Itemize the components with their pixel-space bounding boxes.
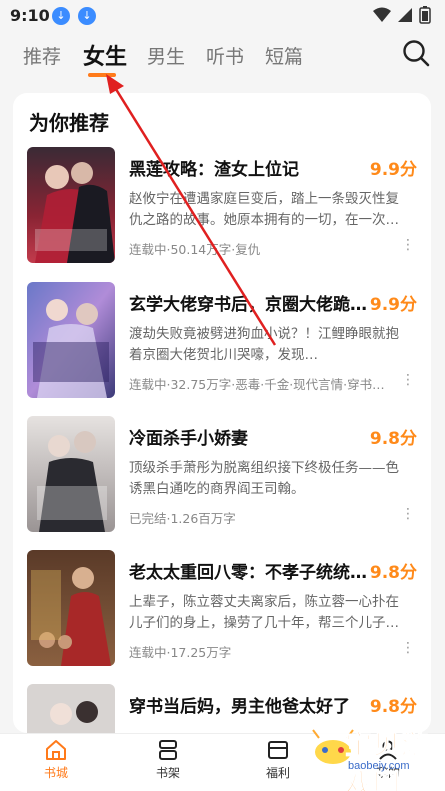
battery-icon — [419, 6, 431, 24]
book-score: 9.8分 — [369, 697, 417, 717]
book-cover — [27, 416, 115, 532]
status-bar: 9:10 ↓ ↓ — [0, 0, 445, 32]
book-cover — [27, 550, 115, 666]
nav-label: 福利 — [265, 766, 290, 780]
tab-female[interactable]: 女生 — [83, 39, 127, 71]
tab-male[interactable]: 男生 — [147, 42, 185, 69]
tab-audiobook[interactable]: 听书 — [206, 42, 244, 69]
more-options-icon[interactable]: ⋮ — [401, 640, 415, 656]
more-options-icon[interactable]: ⋮ — [401, 372, 415, 388]
book-cover — [27, 147, 115, 263]
download-icon: ↓ — [78, 7, 96, 25]
book-score: 9.9分 — [369, 295, 417, 315]
book-description: 顶级杀手萧彤为脱离组织接下终极任务——色诱黑白通吃的商界阎王司翰。 — [129, 460, 399, 497]
nav-rewards[interactable]: 福利 — [248, 738, 308, 781]
book-title: 冷面杀手小娇妻 — [129, 429, 248, 449]
book-cover — [27, 282, 115, 398]
gift-icon — [268, 741, 288, 759]
book-title: 黑莲攻略：渣女上位记 — [129, 160, 299, 180]
top-tab-bar: 推荐 女生 男生 听书 短篇 — [0, 34, 445, 84]
tab-recommend[interactable]: 推荐 — [23, 42, 61, 69]
home-icon — [46, 740, 66, 760]
book-score: 9.9分 — [369, 160, 417, 180]
book-meta: 连载中·50.14万字·复仇 — [129, 242, 261, 257]
bookshelf-icon — [159, 740, 177, 760]
tab-short-stories[interactable]: 短篇 — [265, 42, 303, 69]
book-score: 9.8分 — [369, 563, 417, 583]
book-title: 老太太重回八零：不孝子统统… — [129, 563, 367, 583]
nav-bookshelf[interactable]: 书架 — [138, 738, 198, 781]
more-options-icon[interactable]: ⋮ — [401, 237, 415, 253]
book-description: 赵攸宁在遭遇家庭巨变后，踏上一条毁灭性复仇之路的故事。她原本拥有的一切，在一次… — [129, 191, 399, 228]
book-cover — [27, 684, 115, 733]
nav-bookstore[interactable]: 书城 — [26, 738, 86, 781]
wifi-icon — [373, 7, 391, 22]
recommend-card: 为你推荐 黑莲攻略：渣女上位记 9.9分 赵攸宁在遭遇家庭巨变后，踏上一条毁灭性… — [13, 93, 431, 733]
book-item[interactable]: 老太太重回八零：不孝子统统… 9.8分 上辈子，陈立蓉丈夫离家后，陈立蓉一心扑在… — [27, 550, 417, 668]
book-item[interactable]: 黑莲攻略：渣女上位记 9.9分 赵攸宁在遭遇家庭巨变后，踏上一条毁灭性复仇之路的… — [27, 147, 417, 265]
book-item[interactable]: 玄学大佬穿书后，京圈大佬跪… 9.9分 渡劫失败竟被劈进狗血小说？！江鲤睁眼就抱… — [27, 282, 417, 400]
nav-label: 书城 — [43, 766, 68, 780]
status-time: 9:10 — [10, 6, 50, 25]
search-icon — [403, 40, 430, 67]
book-description: 上辈子，陈立蓉丈夫离家后，陈立蓉一心扑在儿子们的身上，操劳了几十年，帮三个儿子… — [129, 594, 399, 631]
book-item[interactable]: 冷面杀手小娇妻 9.8分 顶级杀手萧彤为脱离组织接下终极任务——色诱黑白通吃的商… — [27, 416, 417, 534]
book-meta: 已完结·1.26百万字 — [129, 511, 236, 526]
watermark-url: baobeiy.com — [348, 760, 410, 772]
nav-label: 书架 — [155, 766, 180, 780]
download-icon: ↓ — [52, 7, 70, 25]
book-description: 渡劫失败竟被劈进狗血小说？！江鲤睁眼就抱着京圈大佬贺北川哭嚎，发现… — [129, 326, 399, 363]
book-title: 穿书当后妈，男主他爸太好了 — [129, 697, 350, 717]
book-meta: 连载中·32.75万字·恶毒·千金·现代言情·穿书… — [129, 377, 385, 392]
search-button[interactable] — [401, 38, 431, 68]
signal-icon — [398, 8, 412, 22]
book-meta: 连载中·17.25万字 — [129, 645, 232, 660]
more-options-icon[interactable]: ⋮ — [401, 506, 415, 522]
book-title: 玄学大佬穿书后，京圈大佬跪… — [129, 295, 367, 315]
tab-active-indicator — [88, 73, 116, 77]
section-title: 为你推荐 — [29, 111, 109, 135]
book-score: 9.8分 — [369, 429, 417, 449]
watermark-text: 宝贝游戏网 — [345, 730, 429, 791]
